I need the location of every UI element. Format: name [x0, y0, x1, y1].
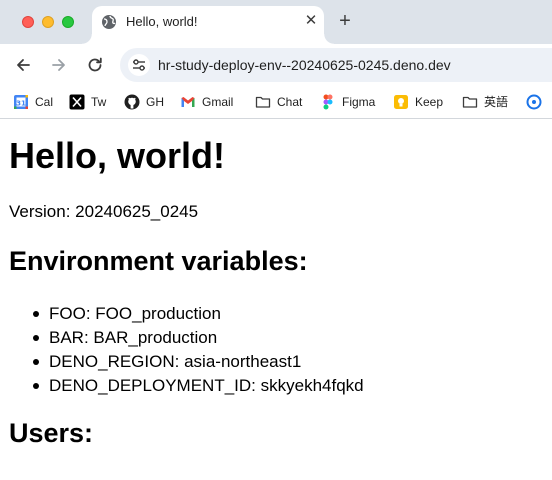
truncated-bookmark-icon — [526, 94, 542, 110]
svg-text:31: 31 — [16, 100, 26, 108]
folder-icon — [255, 94, 271, 110]
window-maximize-button[interactable] — [62, 16, 74, 28]
bookmark-label: Chat — [277, 95, 303, 109]
window-minimize-button[interactable] — [42, 16, 54, 28]
bookmark-label: Cal — [35, 95, 54, 109]
list-item: BAR: BAR_production — [33, 326, 364, 350]
back-arrow-icon[interactable] — [12, 54, 34, 76]
env-var-list: FOO: FOO_production BAR: BAR_production … — [33, 302, 364, 398]
reload-icon[interactable] — [84, 54, 106, 76]
url-text[interactable]: hr-study-deploy-env--20240625-0245.deno.… — [158, 57, 451, 73]
new-tab-icon[interactable]: + — [334, 11, 356, 33]
env-var-value: BAR_production — [93, 328, 218, 347]
bookmark-label: Figma — [342, 95, 376, 109]
env-heading: Environment variables: — [9, 246, 308, 276]
list-item: DENO_DEPLOYMENT_ID: skkyekh4fqkd — [33, 374, 364, 398]
env-var-name: BAR — [49, 328, 84, 347]
page-content: Hello, world! Version: 20240625_0245 Env… — [0, 119, 552, 480]
address-bar[interactable]: hr-study-deploy-env--20240625-0245.deno.… — [120, 48, 552, 82]
tab-title: Hello, world! — [126, 14, 198, 29]
figma-icon — [320, 94, 336, 110]
bookmark-label: GH — [146, 95, 164, 109]
list-item: DENO_REGION: asia-northeast1 — [33, 350, 364, 374]
forward-arrow-icon[interactable] — [48, 54, 70, 76]
version-value: 20240625_0245 — [75, 202, 199, 221]
version-label: Version: — [9, 202, 71, 221]
tab-active[interactable]: Hello, world! ✕ — [82, 6, 334, 44]
site-info-tune-icon[interactable] — [128, 54, 150, 76]
x-twitter-icon — [69, 94, 85, 110]
env-var-value: skkyekh4fqkd — [260, 376, 364, 395]
bookmark-label: Keep — [415, 95, 444, 109]
bookmark-label: Gmail — [202, 95, 234, 109]
page-title: Hello, world! — [9, 135, 225, 176]
bookmark-label: Tw — [91, 95, 107, 109]
bookmarks-bar: 31 Cal Tw GH Gmail Chat Figma Keep 英語 — [0, 86, 552, 118]
folder-icon — [462, 94, 478, 110]
gmail-icon — [180, 94, 196, 110]
google-keep-icon — [393, 94, 409, 110]
bookmark-label: 英語 — [484, 95, 509, 109]
env-var-name: DENO_REGION — [49, 352, 175, 371]
tab-strip: Hello, world! ✕ + — [0, 0, 552, 44]
globe-icon — [101, 14, 117, 30]
version-line: Version: 20240625_0245 — [9, 202, 198, 222]
env-var-name: FOO — [49, 304, 86, 323]
browser-toolbar: hr-study-deploy-env--20240625-0245.deno.… — [0, 44, 552, 86]
env-var-name: DENO_DEPLOYMENT_ID — [49, 376, 252, 395]
window-close-button[interactable] — [22, 16, 34, 28]
env-var-value: asia-northeast1 — [184, 352, 302, 371]
list-item: FOO: FOO_production — [33, 302, 364, 326]
google-calendar-icon: 31 — [13, 94, 29, 110]
github-icon — [124, 94, 140, 110]
users-heading: Users: — [9, 418, 94, 448]
env-var-value: FOO_production — [95, 304, 221, 323]
tab-close-icon[interactable]: ✕ — [302, 12, 320, 30]
